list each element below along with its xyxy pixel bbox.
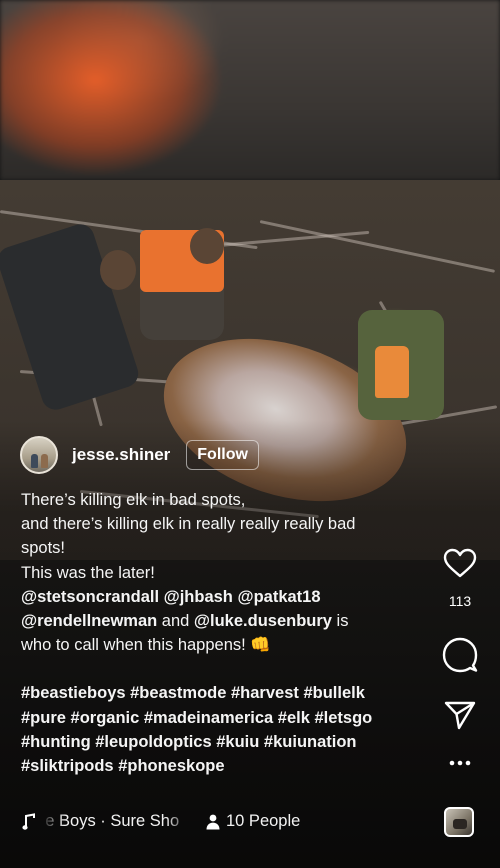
hashtags[interactable]: #hunting #leupoldoptics #kuiu #kuiunatio… [21,730,426,754]
caption-line: There’s killing elk in bad spots, [21,491,246,509]
post-caption[interactable]: There’s killing elk in bad spots, and th… [21,488,426,778]
caption-line: who to call when this happens! 👊 [21,636,271,655]
share-button[interactable] [436,700,484,730]
share-icon [444,701,476,730]
comment-icon [442,637,478,673]
audio-track-label: tie Boys · Sure Sho [46,812,180,830]
hashtags[interactable]: #sliktripods #phoneskope [21,754,426,778]
like-button[interactable] [436,548,484,578]
username[interactable]: jesse.shiner [72,445,170,465]
mention-link[interactable]: @rendellnewman [21,612,157,630]
avatar-figure [31,454,38,468]
heart-icon [443,548,477,578]
comment-button[interactable] [436,637,484,673]
avatar-figure [41,454,48,468]
caption-text: and [157,612,194,631]
caption-text: is [331,612,349,631]
hunter-right-cap [375,346,409,398]
caption-line: @rendellnewman and @luke.dusenbury is [21,609,426,633]
person-icon [206,814,220,829]
hashtags[interactable]: #pure #organic #madeinamerica #elk #lets… [21,706,426,730]
tagged-people-label: 10 People [226,812,301,830]
more-options-button[interactable] [436,759,484,767]
more-icon [449,760,471,766]
caption-line: This was the later! [21,563,155,582]
hunter-left-head [100,250,136,290]
audio-thumbnail[interactable] [444,807,474,837]
hunter-middle-head [190,228,224,264]
follow-button[interactable]: Follow [186,440,259,470]
music-note-icon [22,812,35,830]
hashtags[interactable]: #beastieboys #beastmode #harvest #bullel… [21,681,426,705]
reel-footer: tie Boys · Sure Sho 10 People [22,812,300,831]
avatar[interactable] [20,436,58,474]
tagged-people[interactable]: 10 People [206,812,300,831]
caption-line: and there’s killing elk in really really… [21,515,356,534]
mention-link[interactable]: @luke.dusenbury [194,612,332,630]
caption-mentions[interactable]: @stetsoncrandall @jhbash @patkat18 [21,585,426,609]
audio-thumbnail-figure [453,819,467,829]
caption-line: spots! [21,539,66,558]
author-row: jesse.shiner Follow [20,436,259,474]
like-count: 113 [448,593,472,609]
previous-reel-preview [0,0,500,180]
audio-track[interactable]: tie Boys · Sure Sho [46,812,182,831]
